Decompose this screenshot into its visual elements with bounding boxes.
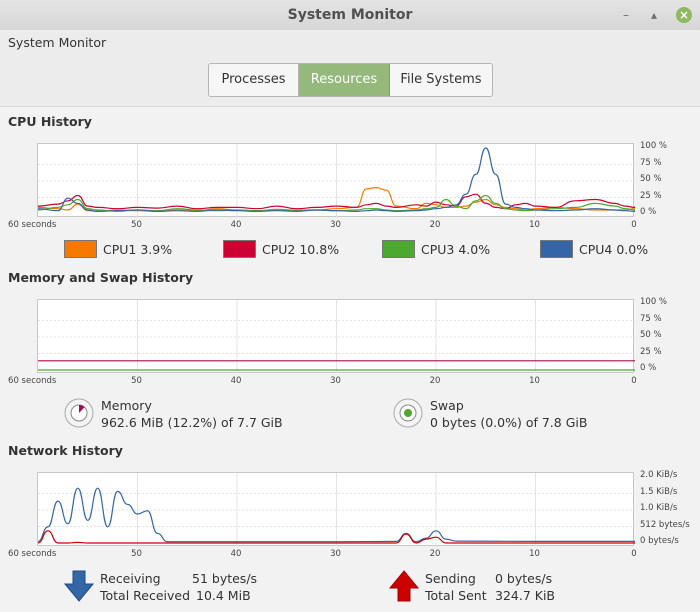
minimize-icon[interactable]: – (618, 7, 634, 23)
receiving-rate: 51 bytes/s (192, 571, 258, 586)
x-tick-label: 10 (529, 549, 540, 559)
y-tick-label: 0 % (640, 363, 657, 373)
x-tick-label: 20 (429, 220, 441, 230)
x-tick-label: 0 (631, 549, 637, 559)
swap-value: 0 bytes (0.0%) of 7.8 GiB (430, 414, 588, 430)
cpu4-color-swatch[interactable] (540, 240, 573, 258)
cpu-history-chart (38, 144, 635, 218)
cpu1-color-swatch[interactable] (64, 240, 97, 258)
cpu-history-title: CPU History (8, 114, 92, 129)
x-tick-label: 30 (330, 549, 341, 559)
x-tick-label: 50 (131, 376, 142, 386)
x-tick-label: 40 (230, 376, 242, 386)
receiving-arrow-icon[interactable] (64, 570, 94, 602)
y-tick-label: 25 % (640, 346, 662, 357)
legend-cpu1[interactable]: CPU1 3.9% (64, 240, 172, 258)
legend-cpu3[interactable]: CPU3 4.0% (382, 240, 490, 258)
x-tick-label: 10 (529, 376, 540, 386)
y-tick-label: 75 % (640, 313, 662, 324)
x-tick-label: 50 (131, 549, 142, 559)
y-tick-label: 1.5 KiB/s (640, 486, 678, 497)
cpu3-label: CPU3 (421, 241, 455, 257)
menubar: System Monitor (0, 30, 700, 54)
cpu-history-graph (37, 143, 635, 218)
y-tick-label: 512 bytes/s (640, 519, 690, 530)
memory-value: 962.6 MiB (12.2%) of 7.7 GiB (101, 414, 283, 430)
swap-meter: Swap 0 bytes (0.0%) of 7.8 GiB (393, 398, 587, 431)
memory-pie-icon[interactable] (64, 398, 94, 428)
tab-resources[interactable]: Resources (299, 64, 390, 96)
y-tick-label: 100 % (640, 141, 668, 151)
network-history-chart (38, 473, 635, 547)
swap-label: Swap (430, 398, 464, 413)
total-received-label: Total Received (100, 588, 191, 603)
x-tick-label: 40 (230, 220, 242, 230)
swap-pie-icon[interactable] (393, 398, 423, 428)
x-tick-label: 0 (631, 376, 637, 386)
memory-history-chart (38, 300, 635, 374)
cpu2-value: 10.8% (299, 241, 340, 257)
window-title: System Monitor (287, 7, 413, 23)
cpu2-label: CPU2 (262, 241, 296, 257)
memory-meter: Memory 962.6 MiB (12.2%) of 7.7 GiB (64, 398, 283, 431)
receiving-stats: Receiving 51 bytes/s Total Received 10.4 M… (100, 570, 257, 604)
y-tick-label: 25 % (640, 190, 662, 201)
memory-history-title: Memory and Swap History (8, 270, 194, 285)
view-tabs: Processes Resources File Systems (208, 63, 493, 97)
memory-label: Memory (101, 398, 152, 413)
receiving-label: Receiving (100, 571, 161, 586)
cpu4-value: 0.0% (616, 241, 649, 257)
legend-cpu4[interactable]: CPU4 0.0% (540, 240, 648, 258)
y-tick-label: 100 % (640, 297, 668, 307)
x-tick-label: 20 (429, 376, 441, 386)
total-received-value: 10.4 MiB (196, 588, 251, 603)
close-icon[interactable]: × (676, 7, 692, 23)
cpu3-value: 4.0% (458, 241, 491, 257)
x-tick-label: 60 seconds (8, 220, 57, 230)
sending-label: Sending (425, 571, 476, 586)
memory-x-axis: 60 seconds 50 40 30 20 10 0 (0, 376, 700, 388)
cpu-x-axis: 60 seconds 50 40 30 20 10 0 (0, 220, 700, 232)
maximize-icon[interactable]: ▴ (646, 7, 662, 23)
total-sent-value: 324.7 KiB (495, 588, 556, 603)
x-tick-label: 60 seconds (8, 549, 57, 559)
x-tick-label: 40 (230, 549, 242, 559)
y-tick-label: 1.0 KiB/s (640, 503, 678, 513)
x-tick-label: 30 (330, 220, 341, 230)
sending-stats: Sending 0 bytes/s Total Sent 324.7 KiB (425, 570, 555, 604)
app-menu[interactable]: System Monitor (8, 35, 106, 50)
y-tick-label: 50 % (640, 330, 662, 340)
y-tick-label: 0 % (640, 207, 657, 217)
y-tick-label: 0 bytes/s (640, 536, 679, 546)
cpu2-color-swatch[interactable] (223, 240, 256, 258)
y-tick-label: 50 % (640, 174, 662, 184)
y-tick-label: 75 % (640, 157, 662, 168)
x-tick-label: 20 (429, 549, 441, 559)
legend-cpu2[interactable]: CPU2 10.8% (223, 240, 339, 258)
x-tick-label: 50 (131, 220, 142, 230)
x-tick-label: 10 (529, 220, 540, 230)
memory-history-graph (37, 299, 635, 374)
cpu1-value: 3.9% (140, 241, 173, 257)
window-titlebar: System Monitor – ▴ × (0, 0, 700, 30)
cpu3-color-swatch[interactable] (382, 240, 415, 258)
sending-rate: 0 bytes/s (495, 571, 553, 586)
y-tick-label: 2.0 KiB/s (640, 470, 678, 480)
network-x-axis: 60 seconds 50 40 30 20 10 0 (0, 549, 700, 561)
x-tick-label: 0 (631, 220, 637, 230)
x-tick-label: 60 seconds (8, 376, 57, 386)
network-history-title: Network History (8, 443, 123, 458)
tab-processes[interactable]: Processes (209, 64, 299, 96)
tab-file-systems[interactable]: File Systems (390, 64, 492, 96)
x-tick-label: 30 (330, 376, 341, 386)
cpu4-label: CPU4 (579, 241, 613, 257)
sending-arrow-icon[interactable] (389, 570, 419, 602)
cpu1-label: CPU1 (103, 241, 137, 257)
network-history-graph (37, 472, 635, 547)
total-sent-label: Total Sent (425, 588, 487, 603)
